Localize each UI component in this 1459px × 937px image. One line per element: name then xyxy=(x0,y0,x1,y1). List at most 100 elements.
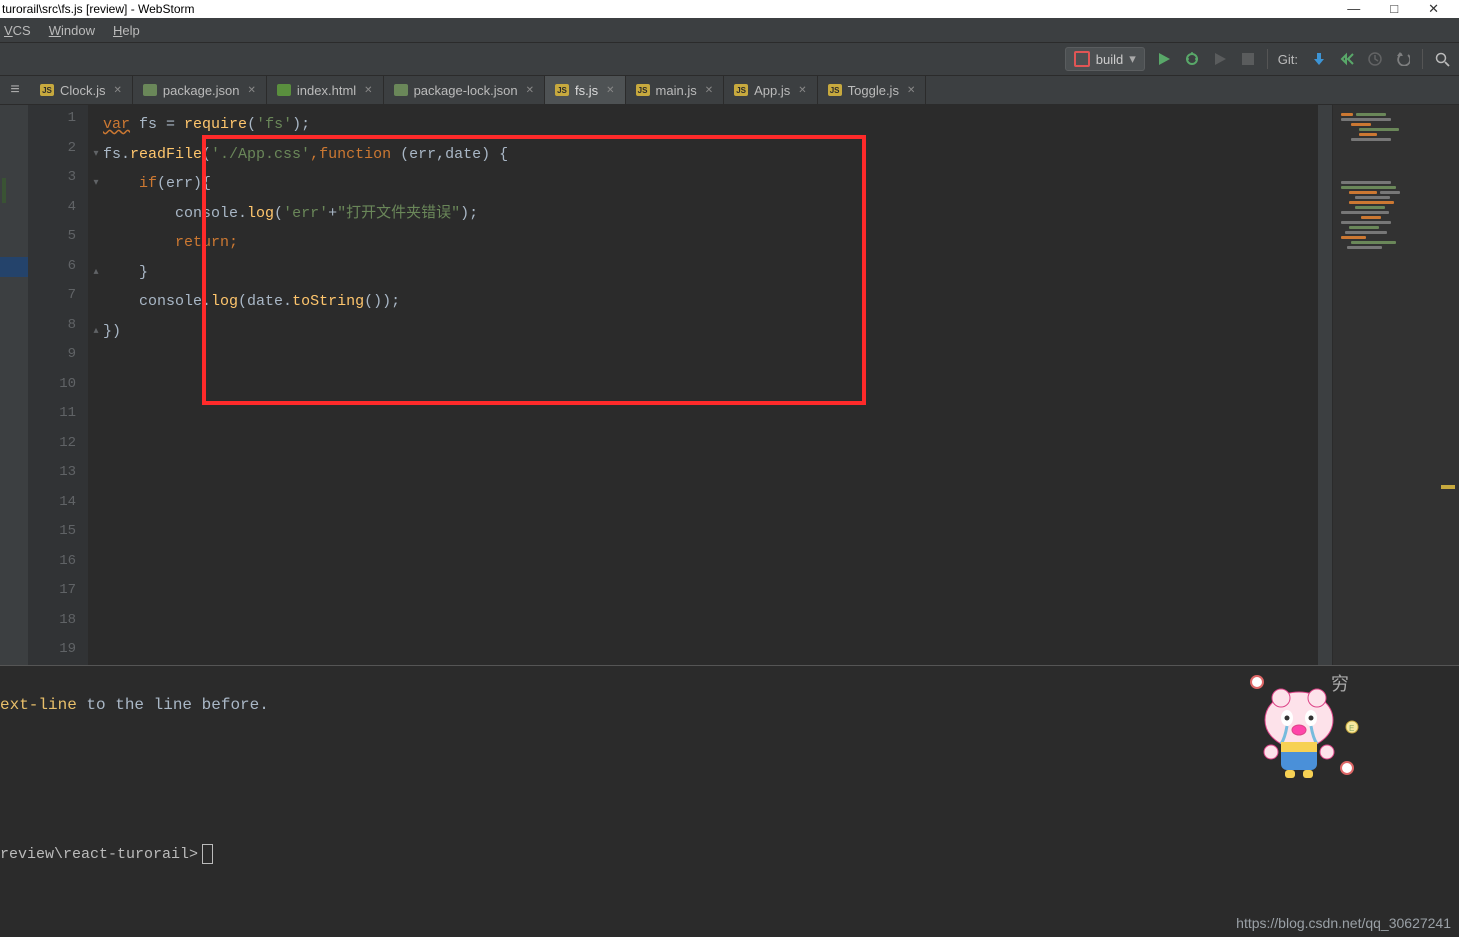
menu-bar: VCS Window Help xyxy=(0,18,1459,43)
title-bar: turorail\src\fs.js [review] - WebStorm —… xyxy=(0,0,1459,18)
watermark-url: https://blog.csdn.net/qq_30627241 xyxy=(1236,915,1451,931)
git-revert-button[interactable] xyxy=(1394,50,1412,68)
js-icon: JS xyxy=(636,84,650,96)
line-number: 8 xyxy=(28,317,88,347)
window-controls: — □ ✕ xyxy=(1347,1,1459,17)
run-config-label: build xyxy=(1096,52,1123,67)
tab-package-json[interactable]: package.json ✕ xyxy=(133,76,267,104)
close-icon[interactable]: ✕ xyxy=(606,85,614,96)
vcs-marker xyxy=(2,178,6,203)
close-icon[interactable]: ✕ xyxy=(114,85,122,96)
run-config-selector[interactable]: build ▾ xyxy=(1065,47,1145,71)
js-icon: JS xyxy=(828,84,842,96)
left-gutter xyxy=(0,105,28,665)
run-coverage-button[interactable] xyxy=(1211,50,1229,68)
fold-icon[interactable]: ▾ xyxy=(89,140,103,170)
fold-icon[interactable]: ▴ xyxy=(89,258,103,288)
line-number: 16 xyxy=(28,553,88,583)
close-icon[interactable]: ✕ xyxy=(526,85,534,96)
html-icon xyxy=(277,84,291,96)
line-number: 1 xyxy=(28,110,88,140)
code-line: var fs = require('fs'); xyxy=(103,110,1318,140)
minimize-button[interactable]: — xyxy=(1347,1,1360,17)
tab-index-html[interactable]: index.html ✕ xyxy=(267,76,384,104)
caret-line-marker xyxy=(0,257,28,277)
code-line: return; xyxy=(103,228,1318,258)
tab-list-button[interactable]: ≡ xyxy=(0,76,30,104)
line-number: 18 xyxy=(28,612,88,642)
close-icon[interactable]: ✕ xyxy=(364,85,372,96)
git-label: Git: xyxy=(1278,52,1298,67)
toolbar: build ▾ Git: xyxy=(0,43,1459,76)
line-number: 2 xyxy=(28,140,88,170)
tab-app-js[interactable]: JS App.js ✕ xyxy=(724,76,818,104)
scrollbar[interactable] xyxy=(1318,105,1332,665)
tab-fs-js[interactable]: JSfs.js✕ xyxy=(545,76,626,104)
chevron-down-icon: ▾ xyxy=(1129,51,1136,67)
line-number: 12 xyxy=(28,435,88,465)
json-icon xyxy=(143,84,157,96)
code-line: ▾ if(err){ xyxy=(103,169,1318,199)
warning-marker xyxy=(1441,485,1455,489)
git-commit-button[interactable] xyxy=(1338,50,1356,68)
line-number: 5 xyxy=(28,228,88,258)
tab-package-lock-json[interactable]: package-lock.json ✕ xyxy=(384,76,545,104)
tab-toggle-js[interactable]: JS Toggle.js ✕ xyxy=(818,76,927,104)
line-number: 6 xyxy=(28,258,88,288)
menu-window[interactable]: Window xyxy=(49,23,95,38)
tab-label: package-lock.json xyxy=(414,83,518,98)
line-numbers: 1 2 3 4 5 6 7 8 9 10 11 12 13 14 15 16 1… xyxy=(28,105,89,665)
maximize-button[interactable]: □ xyxy=(1390,1,1398,17)
debug-button[interactable] xyxy=(1183,50,1201,68)
git-history-button[interactable] xyxy=(1366,50,1384,68)
tab-label: package.json xyxy=(163,83,240,98)
tab-label: Clock.js xyxy=(60,83,106,98)
terminal-text: to the line before. xyxy=(77,696,269,714)
json-icon xyxy=(394,84,408,96)
menu-vcs[interactable]: VCS xyxy=(4,23,31,38)
editor-tabs: ≡ JSClock.js✕ package.json✕ index.html✕ … xyxy=(0,76,1459,105)
minimap[interactable] xyxy=(1332,105,1459,665)
tab-label: Toggle.js xyxy=(848,83,899,98)
separator xyxy=(1267,49,1268,69)
line-number: 19 xyxy=(28,641,88,671)
code-area[interactable]: var fs = require('fs'); ▾fs.readFile('./… xyxy=(89,105,1318,665)
tab-clock-js[interactable]: JSClock.js✕ xyxy=(30,76,133,104)
line-number: 13 xyxy=(28,464,88,494)
window-title: turorail\src\fs.js [review] - WebStorm xyxy=(2,2,194,16)
line-number: 14 xyxy=(28,494,88,524)
tab-label: App.js xyxy=(754,83,790,98)
tab-label: main.js xyxy=(656,83,697,98)
code-line: console.log('err'+"打开文件夹错误"); xyxy=(103,199,1318,229)
js-icon: JS xyxy=(734,84,748,96)
tab-main-js[interactable]: JS main.js ✕ xyxy=(626,76,725,104)
menu-help[interactable]: Help xyxy=(113,23,140,38)
search-button[interactable] xyxy=(1433,50,1451,68)
editor: 1 2 3 4 5 6 7 8 9 10 11 12 13 14 15 16 1… xyxy=(0,105,1459,665)
run-button[interactable] xyxy=(1155,50,1173,68)
terminal-text: ext-line xyxy=(0,696,77,714)
code-line: ▴}) xyxy=(103,317,1318,347)
close-icon[interactable]: ✕ xyxy=(248,85,256,96)
close-button[interactable]: ✕ xyxy=(1428,1,1439,17)
terminal-prompt[interactable]: review\react-turorail> xyxy=(0,844,1459,864)
stop-button[interactable] xyxy=(1239,50,1257,68)
code-line: ▴ } xyxy=(103,258,1318,288)
fold-icon[interactable]: ▴ xyxy=(89,317,103,347)
line-number: 3 xyxy=(28,169,88,199)
separator xyxy=(1422,49,1423,69)
close-icon[interactable]: ✕ xyxy=(705,85,713,96)
line-number: 10 xyxy=(28,376,88,406)
close-icon[interactable]: ✕ xyxy=(798,85,806,96)
tab-label: index.html xyxy=(297,83,356,98)
git-update-button[interactable] xyxy=(1310,50,1328,68)
tab-label: fs.js xyxy=(575,83,598,98)
code-line: console.log(date.toString()); xyxy=(103,287,1318,317)
close-icon[interactable]: ✕ xyxy=(907,85,915,96)
line-number: 7 xyxy=(28,287,88,317)
fold-icon[interactable]: ▾ xyxy=(89,169,103,199)
line-number: 17 xyxy=(28,582,88,612)
svg-text:穷: 穷 xyxy=(1331,674,1349,694)
line-number: 9 xyxy=(28,346,88,376)
mascot-image: 穷 E xyxy=(1239,672,1359,782)
